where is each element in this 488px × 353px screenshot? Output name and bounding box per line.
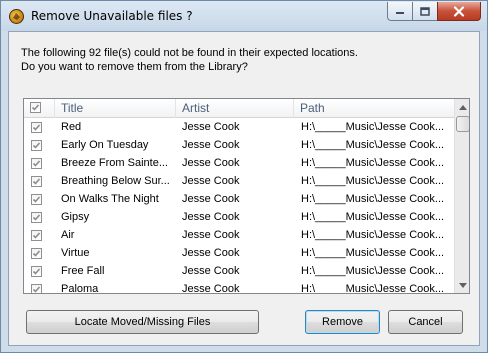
window-title: Remove Unavailable files ? [31,9,193,23]
missing-files-list[interactable]: Title Artist Path Red Jesse Cook H:\_____M… [23,98,470,294]
table-row[interactable]: Air Jesse Cook H:\_____Music\Jesse Cook... [24,226,454,244]
cell-title: Gipsy [61,211,90,223]
table-row[interactable]: Paloma Jesse Cook H:\_____Music\Jesse Cook… [24,280,454,294]
row-checkbox[interactable] [31,266,42,277]
cell-title: Breathing Below Sur... [61,175,170,187]
table-row[interactable]: Free Fall Jesse Cook H:\_____Music\Jesse C… [24,262,454,280]
close-button[interactable] [437,2,481,21]
cell-title: On Walks The Night [61,193,159,205]
cell-artist: Jesse Cook [182,247,240,259]
cell-path: H:\_____Music\Jesse Cook... [301,121,445,133]
chevron-up-icon [459,104,467,110]
cell-artist: Jesse Cook [182,121,240,133]
cell-artist: Jesse Cook [182,175,240,187]
cell-title: Virtue [61,247,90,259]
header-checkbox-column[interactable] [24,99,55,118]
dialog-window: Remove Unavailable files ? The following… [0,0,488,353]
cell-path: H:\_____Music\Jesse Cook... [301,265,445,277]
maximize-button[interactable] [412,2,438,21]
list-rows: Red Jesse Cook H:\_____Music\Jesse Cook...… [24,118,454,294]
cell-artist: Jesse Cook [182,283,240,294]
column-header-title[interactable]: Title [55,99,176,118]
table-row[interactable]: Breathing Below Sur... Jesse Cook H:\_____… [24,172,454,190]
cell-path: H:\_____Music\Jesse Cook... [301,247,445,259]
cell-artist: Jesse Cook [182,229,240,241]
row-checkbox[interactable] [31,230,42,241]
checkmark-icon [32,160,41,167]
cell-path: H:\_____Music\Jesse Cook... [301,193,445,205]
cell-title: Air [61,229,75,241]
cell-artist: Jesse Cook [182,139,240,151]
row-checkbox[interactable] [31,176,42,187]
locate-moved-missing-files-button[interactable]: Locate Moved/Missing Files [26,310,259,334]
row-checkbox[interactable] [31,248,42,259]
checkmark-icon [32,286,41,293]
checkmark-icon [32,232,41,239]
cell-artist: Jesse Cook [182,193,240,205]
cell-title: Early On Tuesday [61,139,149,151]
dialog-body: The following 92 file(s) could not be fo… [8,31,480,346]
checkmark-icon [32,214,41,221]
scroll-thumb[interactable] [456,116,469,132]
message-line-1: The following 92 file(s) could not be fo… [21,47,358,59]
row-checkbox[interactable] [31,284,42,293]
table-row[interactable]: Breeze From Sainte... Jesse Cook H:\_____M… [24,154,454,172]
cell-artist: Jesse Cook [182,265,240,277]
scroll-up-button[interactable] [455,99,469,115]
minimize-icon [396,12,404,14]
checkmark-icon [31,104,40,111]
cell-title: Red [61,121,82,133]
table-row[interactable]: Red Jesse Cook H:\_____Music\Jesse Cook... [24,118,454,136]
table-row[interactable]: Virtue Jesse Cook H:\_____Music\Jesse Cook… [24,244,454,262]
row-checkbox[interactable] [31,140,42,151]
checkmark-icon [32,124,41,131]
cell-title: Breeze From Sainte... [61,157,168,169]
cell-title: Paloma [61,283,99,294]
row-checkbox[interactable] [31,194,42,205]
vertical-scrollbar[interactable] [454,99,469,293]
cell-path: H:\_____Music\Jesse Cook... [301,139,445,151]
header-checkbox[interactable] [30,102,41,113]
row-checkbox[interactable] [31,158,42,169]
table-row[interactable]: Early On Tuesday Jesse Cook H:\_____Music\… [24,136,454,154]
message-line-2: Do you want to remove them from the Libr… [21,61,248,73]
row-checkbox[interactable] [31,122,42,133]
checkmark-icon [32,178,41,185]
checkmark-icon [32,196,41,203]
mediamonkey-icon [9,9,24,24]
table-row[interactable]: Gipsy Jesse Cook H:\_____Music\Jesse Cook.… [24,208,454,226]
checkmark-icon [32,142,41,149]
close-icon [453,5,465,17]
column-header-path[interactable]: Path [294,99,454,118]
cell-path: H:\_____Music\Jesse Cook... [301,283,445,294]
title-bar[interactable]: Remove Unavailable files ? [1,1,487,31]
row-checkbox[interactable] [31,212,42,223]
cell-path: H:\_____Music\Jesse Cook... [301,229,445,241]
cell-path: H:\_____Music\Jesse Cook... [301,157,445,169]
minimize-button[interactable] [387,2,413,21]
maximize-icon [420,6,430,16]
cell-path: H:\_____Music\Jesse Cook... [301,175,445,187]
cell-title: Free Fall [61,265,105,277]
message-text: The following 92 file(s) could not be fo… [21,46,358,74]
remove-button[interactable]: Remove [305,310,380,334]
column-header-artist[interactable]: Artist [176,99,294,118]
scroll-down-button[interactable] [455,277,469,293]
cancel-button[interactable]: Cancel [388,310,463,334]
table-row[interactable]: On Walks The Night Jesse Cook H:\_____Musi… [24,190,454,208]
chevron-down-icon [459,282,467,288]
list-header: Title Artist Path [24,99,454,118]
checkmark-icon [32,268,41,275]
cell-artist: Jesse Cook [182,157,240,169]
cell-path: H:\_____Music\Jesse Cook... [301,211,445,223]
checkmark-icon [32,250,41,257]
cell-artist: Jesse Cook [182,211,240,223]
